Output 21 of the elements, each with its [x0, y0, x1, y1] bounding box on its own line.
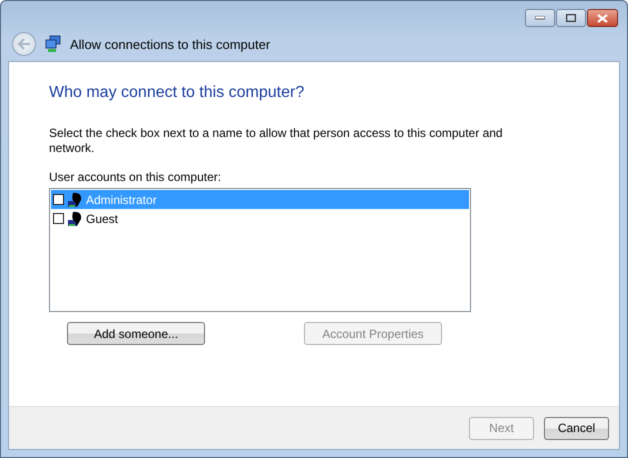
window-title: Allow connections to this computer [70, 36, 270, 52]
account-name: Administrator [86, 192, 157, 206]
minimize-button[interactable] [525, 9, 555, 27]
account-name: Guest [86, 212, 118, 226]
instructions-text: Select the check box next to a name to allow that person access to this computer and network. [49, 126, 504, 156]
maximize-button[interactable] [556, 9, 586, 27]
user-icon [67, 192, 83, 208]
checkbox[interactable] [53, 213, 64, 224]
minimize-icon [535, 16, 545, 20]
user-icon [67, 210, 83, 226]
wizard-button[interactable]: Cancel [544, 416, 609, 440]
network-computers-icon [44, 35, 62, 53]
account-item[interactable]: Guest [51, 209, 469, 228]
maximize-icon [566, 14, 576, 22]
back-arrow-icon [17, 38, 31, 50]
close-icon [597, 14, 608, 22]
action-button[interactable]: Add someone... [67, 322, 205, 345]
checkbox[interactable] [53, 194, 64, 205]
close-button[interactable] [587, 9, 618, 27]
page-heading: Who may connect to this computer? [49, 84, 306, 102]
list-label: User accounts on this computer: [49, 170, 222, 184]
